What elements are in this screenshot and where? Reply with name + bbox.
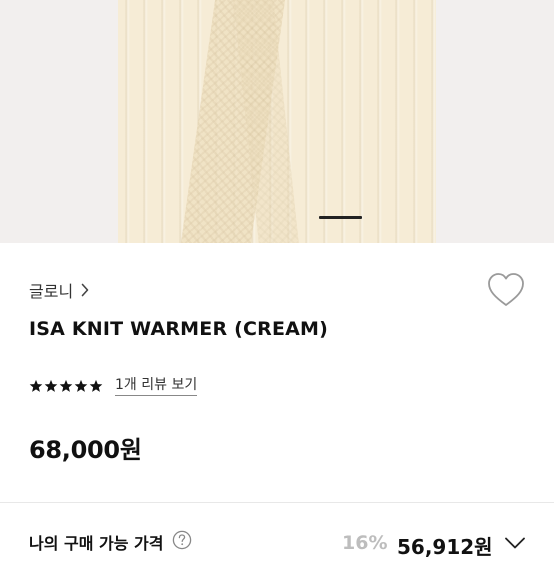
discount-rate: 16%: [342, 532, 388, 554]
divider: [0, 502, 554, 503]
chevron-down-icon[interactable]: [504, 536, 526, 550]
purchase-price-label: 나의 구매 가능 가격: [29, 534, 164, 553]
purchase-price-row[interactable]: 나의 구매 가능 가격 16% 56,912원: [0, 522, 554, 562]
brand-name: 글로니: [29, 282, 74, 301]
star-icon: [29, 379, 43, 392]
final-price: 56,912원: [397, 535, 493, 559]
chevron-right-icon: [81, 283, 89, 297]
heart-icon[interactable]: [487, 272, 525, 308]
product-title: ISA KNIT WARMER (CREAM): [29, 318, 329, 340]
star-icon: [59, 379, 73, 392]
product-price: 68,000원: [29, 436, 142, 464]
brand-link[interactable]: 글로니: [29, 277, 89, 303]
image-slide-indicator: [319, 216, 362, 219]
product-image[interactable]: [0, 0, 554, 243]
star-icon: [89, 379, 103, 392]
star-icon: [44, 379, 58, 392]
star-icon: [74, 379, 88, 392]
rating-row: 1개 리뷰 보기: [29, 373, 198, 399]
star-rating: [29, 379, 103, 393]
help-icon[interactable]: [172, 530, 192, 550]
review-link[interactable]: 1개 리뷰 보기: [115, 377, 198, 396]
